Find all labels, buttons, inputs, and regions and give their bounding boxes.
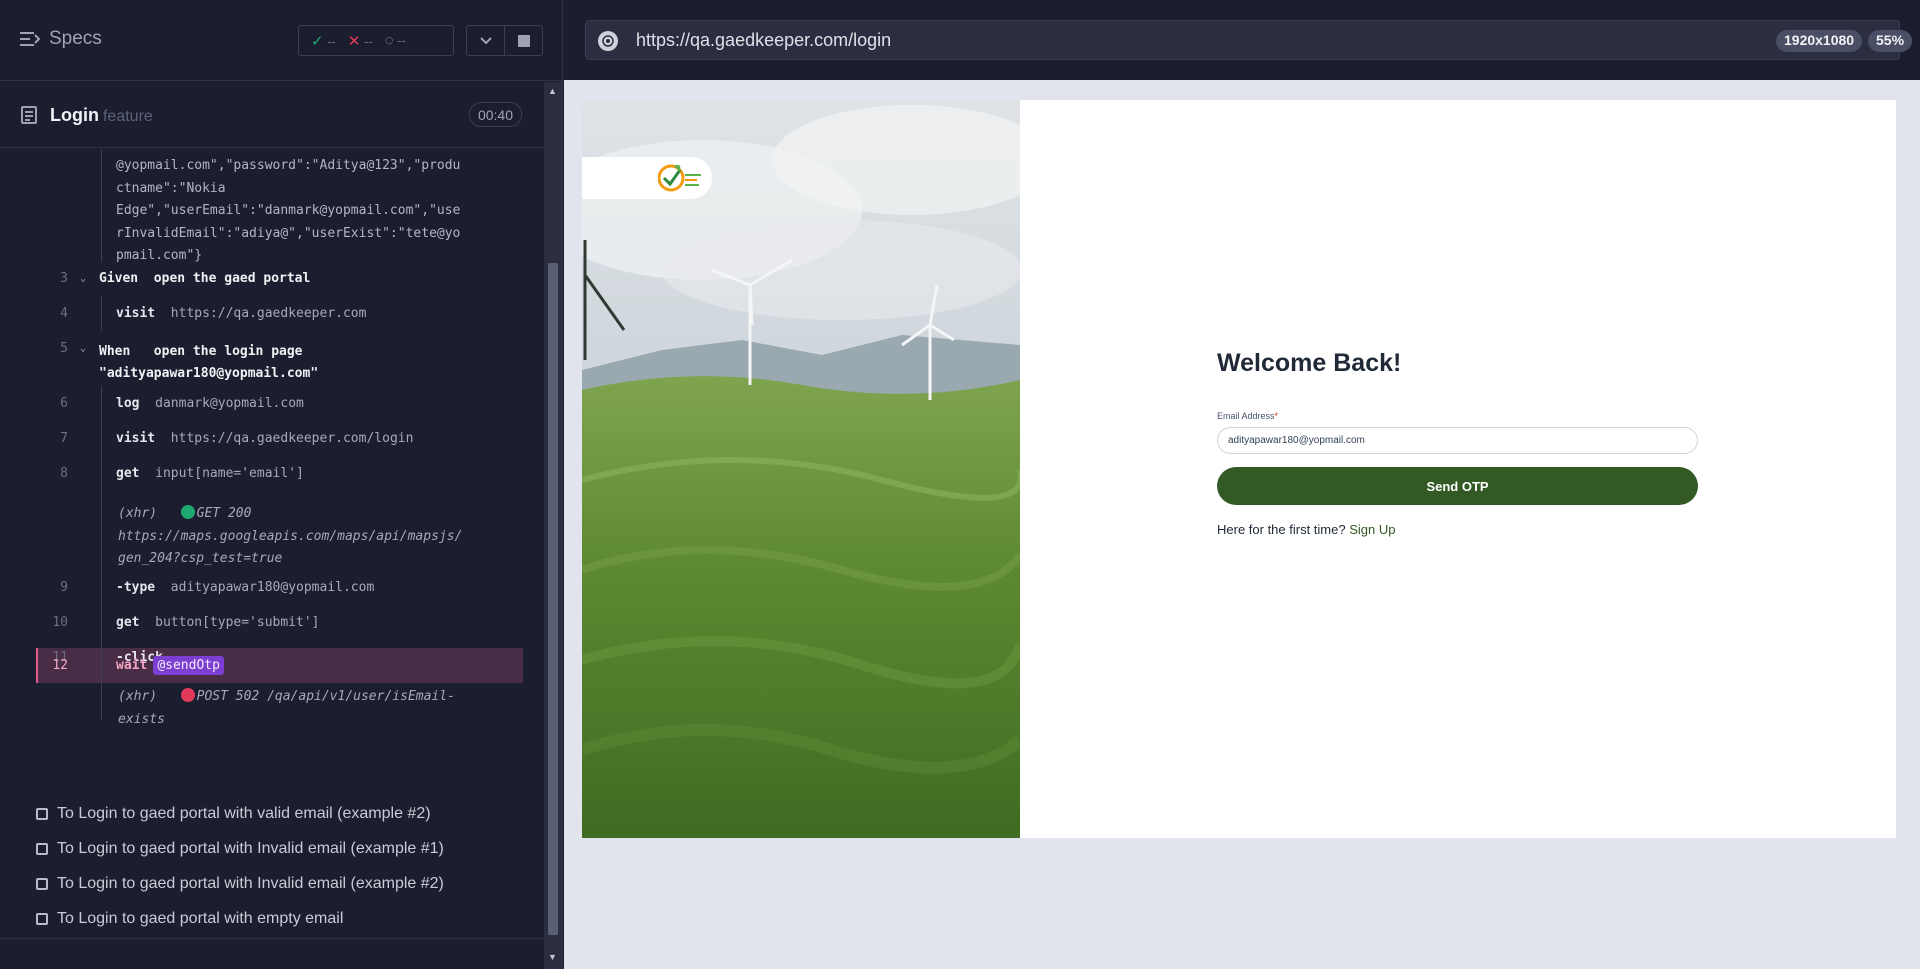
- app-preview-panel: https://qa.gaedkeeper.com/login 1920x108…: [564, 0, 1920, 969]
- signup-prompt: Here for the first time? Sign Up: [1217, 522, 1396, 537]
- test-item[interactable]: To Login to gaed portal with empty email: [36, 910, 343, 928]
- passed-stat: ✓ --: [311, 32, 336, 50]
- selector-playground-icon[interactable]: [598, 31, 618, 51]
- pending-stat: ◌ --: [384, 32, 406, 49]
- checkbox-icon: [36, 913, 48, 925]
- alias-badge: @sendOtp: [153, 656, 224, 675]
- aut-iframe: Welcome Back! Email Address* adityapawar…: [582, 100, 1896, 838]
- runner-controls: [466, 25, 543, 56]
- test-item[interactable]: To Login to gaed portal with Invalid ema…: [36, 840, 444, 858]
- hero-image: [582, 100, 1020, 838]
- checkbox-icon: [36, 843, 48, 855]
- divider: [0, 938, 544, 939]
- scrollbar-thumb[interactable]: [548, 263, 558, 935]
- send-otp-button[interactable]: Send OTP: [1217, 467, 1698, 505]
- chevron-down-icon[interactable]: ⌄: [80, 343, 86, 354]
- checkbox-icon: [36, 808, 48, 820]
- login-card: Welcome Back! Email Address* adityapawar…: [1020, 100, 1896, 838]
- scroll-down-icon[interactable]: ▼: [548, 952, 557, 962]
- feature-duration: 00:40: [469, 102, 522, 127]
- chevron-down-icon[interactable]: [467, 26, 505, 55]
- command-row[interactable]: 3 ⌄ Given open the gaed portal: [36, 271, 523, 295]
- url-text[interactable]: https://qa.gaedkeeper.com/login: [636, 30, 891, 51]
- logo-container: [582, 157, 712, 199]
- test-item[interactable]: To Login to gaed portal with valid email…: [36, 805, 431, 823]
- preview-toolbar: https://qa.gaedkeeper.com/login 1920x108…: [564, 0, 1920, 80]
- test-item[interactable]: To Login to gaed portal with Invalid ema…: [36, 875, 444, 893]
- test-stats: ✓ -- ✕ -- ◌ --: [298, 25, 454, 56]
- email-label: Email Address*: [1217, 411, 1279, 421]
- zoom-badge[interactable]: 55%: [1868, 30, 1913, 52]
- fixture-json-block: @yopmail.com","password":"Aditya@123","p…: [116, 158, 461, 263]
- command-row[interactable]: 5 ⌄ When open the login page "adityapawar…: [36, 341, 523, 385]
- reporter-scrollbar[interactable]: ▲ ▼: [544, 82, 562, 969]
- specs-toggle-button[interactable]: Specs: [20, 28, 102, 50]
- document-icon: [21, 106, 37, 124]
- command-row[interactable]: 7 visit https://qa.gaedkeeper.com/login: [36, 431, 523, 455]
- stop-icon[interactable]: [505, 26, 542, 55]
- scroll-up-icon[interactable]: ▲: [548, 86, 557, 96]
- checkbox-icon: [36, 878, 48, 890]
- feature-title: Login feature: [50, 105, 153, 125]
- failure-dot-icon: [180, 688, 195, 702]
- command-row[interactable]: 10 get button[type='submit']: [36, 615, 523, 639]
- x-icon: ✕: [347, 32, 361, 50]
- reporter-header: Specs ✓ -- ✕ -- ◌ --: [0, 0, 562, 81]
- check-icon: ✓: [311, 32, 324, 50]
- success-dot-icon: [180, 505, 195, 519]
- reporter-panel: Specs ✓ -- ✕ -- ◌ -- Login feature 00:40…: [0, 0, 563, 969]
- viewport-size-badge[interactable]: 1920x1080: [1776, 30, 1863, 52]
- page-title: Welcome Back!: [1217, 349, 1402, 377]
- spinner-icon: ◌: [384, 32, 394, 49]
- reporter-scroll-area[interactable]: Login feature 00:40 @yopmail.com","passwo…: [0, 82, 544, 969]
- command-row[interactable]: 6 log danmark@yopmail.com: [36, 396, 523, 420]
- feature-header[interactable]: Login feature 00:40: [0, 82, 544, 148]
- chevron-down-icon[interactable]: ⌄: [80, 273, 86, 284]
- command-log: @yopmail.com","password":"Aditya@123","p…: [36, 149, 523, 720]
- email-field[interactable]: adityapawar180@yopmail.com: [1217, 427, 1698, 454]
- failed-stat: ✕ --: [347, 32, 373, 50]
- gaedkeeper-logo-icon: [658, 164, 701, 192]
- command-row[interactable]: 4 visit https://qa.gaedkeeper.com: [36, 306, 523, 330]
- wind-turbine-landscape-image: [582, 100, 1020, 838]
- command-row[interactable]: 8 get input[name='email']: [36, 466, 523, 490]
- xhr-row[interactable]: (xhr) GET 200 https://maps.googleapis.co…: [36, 498, 523, 566]
- command-row-active[interactable]: 12 wait @sendOtp: [36, 656, 523, 682]
- specs-label: Specs: [49, 28, 102, 49]
- command-row[interactable]: 9 -type adityapawar180@yopmail.com: [36, 580, 523, 604]
- url-bar[interactable]: https://qa.gaedkeeper.com/login 1920x108…: [585, 20, 1913, 60]
- xhr-row[interactable]: (xhr) POST 502 /qa/api/v1/user/isEmail- …: [36, 686, 523, 730]
- sign-up-link[interactable]: Sign Up: [1349, 522, 1395, 537]
- specs-list-icon: [20, 32, 40, 46]
